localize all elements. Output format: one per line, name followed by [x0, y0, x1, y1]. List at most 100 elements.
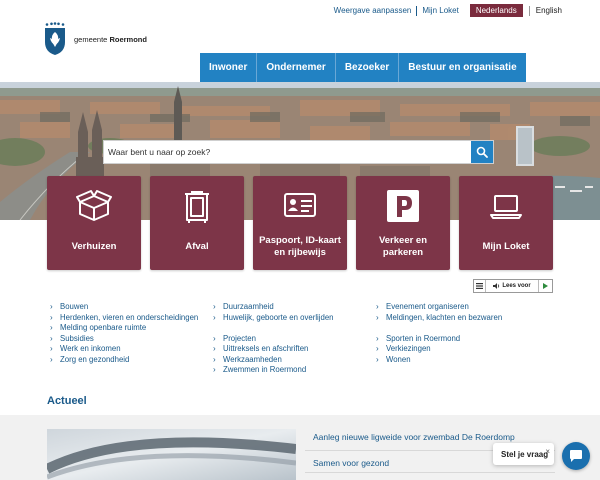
topic-link-label: Meldingen, klachten en bezwaren [386, 312, 503, 322]
topic-link[interactable]: › Bouwen [50, 302, 213, 313]
waste-container-icon [185, 191, 209, 223]
topic-link-label: Zorg en gezondheid [60, 354, 130, 364]
topic-link-label: Werkzaamheden [223, 354, 282, 364]
chevron-right-icon: › [213, 344, 216, 353]
display-settings-link[interactable]: Weergave aanpassen [329, 6, 417, 15]
quick-task-tiles: Verhuizen Afval Paspoort, ID-kaart en ri… [47, 176, 553, 270]
news-image[interactable] [47, 429, 296, 480]
logo-name: Roermond [109, 34, 147, 44]
tile-label: Afval [185, 241, 209, 252]
nav-inwoner[interactable]: Inwoner [200, 53, 258, 82]
tile-label: Verhuizen [71, 241, 117, 252]
news-section-title: Actueel [47, 395, 87, 407]
search-bar [103, 140, 494, 164]
read-aloud-widget: Lees voor [473, 279, 553, 293]
my-portal-top-link[interactable]: Mijn Loket [417, 6, 463, 15]
topic-link-label: Huwelijk, geboorte en overlijden [223, 312, 334, 322]
menu-icon [476, 283, 483, 289]
tile-label: Mijn Loket [482, 241, 530, 252]
topic-link-label: Melding openbare ruimte [60, 323, 147, 332]
topic-link-label: Subsidies [60, 333, 94, 343]
topic-link[interactable]: › Duurzaamheid [213, 302, 376, 313]
tile-verhuizen[interactable]: Verhuizen [47, 176, 141, 270]
chevron-right-icon: › [213, 312, 216, 322]
language-divider [528, 5, 530, 16]
top-bar: Weergave aanpassen Mijn Loket Nederlands… [329, 4, 562, 17]
chat-button[interactable] [562, 442, 590, 470]
laptop-icon [490, 195, 522, 219]
nav-bestuur[interactable]: Bestuur en organisatie [399, 53, 526, 82]
chevron-right-icon: › [213, 333, 216, 343]
read-aloud-label: Lees voor [502, 283, 531, 289]
topic-link[interactable]: › Subsidies [50, 334, 213, 345]
chevron-right-icon: › [50, 333, 53, 343]
topic-link-label: Zwemmen in Roermond [223, 365, 307, 374]
tile-paspoort[interactable]: Paspoort, ID-kaart en rijbewijs [253, 176, 347, 270]
tile-mijn-loket[interactable]: Mijn Loket [459, 176, 553, 270]
tile-afval[interactable]: Afval [150, 176, 244, 270]
tile-label: Paspoort, ID-kaart en rijbewijs [259, 235, 341, 258]
chevron-right-icon: › [376, 302, 379, 311]
topic-links: › Bouwen › Herdenken, vieren en onderschei… [50, 302, 560, 376]
topic-link[interactable]: › Evenement organiseren [376, 302, 556, 313]
chat-icon [570, 450, 582, 462]
main-navigation: Inwoner Ondernemer Bezoeker Bestuur en o… [200, 53, 526, 82]
nav-bezoeker[interactable]: Bezoeker [335, 53, 400, 82]
tile-verkeer[interactable]: Verkeer en parkeren [356, 176, 450, 270]
search-button[interactable] [471, 141, 493, 163]
topic-link-label: Herdenken, vieren en onderscheidingen [60, 312, 199, 322]
chevron-right-icon: › [50, 354, 53, 364]
topic-link-label: Verkiezingen [386, 344, 431, 353]
read-aloud-menu-button[interactable] [474, 280, 486, 292]
language-dutch[interactable]: Nederlands [469, 4, 523, 17]
chevron-right-icon: › [50, 323, 53, 332]
search-input[interactable] [104, 141, 471, 163]
chat-prompt-bubble[interactable]: Stel je vraag × [493, 443, 554, 465]
nav-ondernemer[interactable]: Ondernemer [257, 53, 336, 82]
logo-prefix: gemeente [74, 34, 108, 44]
topic-links-column-3: › Evenement organiseren › Meldingen, klach… [376, 302, 556, 376]
chevron-right-icon: › [376, 354, 379, 364]
topic-link-label: Sporten in Roermond [386, 333, 461, 343]
topic-link-label: Evenement organiseren [386, 302, 469, 311]
topic-link[interactable]: › Uittreksels en afschriften [213, 344, 376, 355]
topic-link[interactable]: › Verkiezingen [376, 344, 556, 355]
chevron-right-icon: › [376, 333, 379, 343]
chevron-right-icon: › [50, 302, 53, 311]
topic-link[interactable]: › Sporten in Roermond [376, 334, 556, 345]
site-header: gemeente Roermond Weergave aanpassen Mij… [0, 0, 600, 82]
coat-of-arms-icon [45, 22, 65, 55]
search-icon [476, 146, 488, 158]
chevron-right-icon: › [50, 344, 53, 353]
topic-link[interactable]: › Werkzaamheden [213, 355, 376, 366]
topic-link[interactable]: › Zorg en gezondheid [50, 355, 213, 366]
chevron-right-icon: › [213, 354, 216, 364]
read-aloud-play-button[interactable] [538, 280, 552, 292]
language-english[interactable]: English [536, 6, 562, 15]
chevron-right-icon: › [213, 302, 216, 311]
topic-link[interactable]: › Werk en inkomen [50, 344, 213, 355]
close-icon[interactable]: × [545, 447, 550, 456]
chevron-right-icon: › [376, 312, 379, 322]
site-logo[interactable]: gemeente Roermond [42, 22, 147, 56]
news-photo [47, 429, 296, 480]
speaker-icon [493, 283, 500, 289]
read-aloud-button[interactable]: Lees voor [486, 283, 538, 289]
parking-icon [387, 190, 419, 222]
topic-link-label: Werk en inkomen [60, 344, 121, 353]
tile-label: Verkeer en parkeren [378, 235, 428, 258]
topic-link[interactable]: › Meldingen, klachten en bezwaren [376, 313, 556, 324]
topic-link[interactable]: › Melding openbare ruimte [50, 323, 213, 334]
topic-link[interactable]: › Wonen [376, 355, 556, 366]
topic-link[interactable]: › Huwelijk, geboorte en overlijden [213, 313, 376, 324]
topic-link-label: Uittreksels en afschriften [223, 344, 309, 353]
chevron-right-icon: › [213, 365, 216, 374]
topic-link[interactable]: › Projecten [213, 334, 376, 345]
chat-prompt-label: Stel je vraag [501, 449, 549, 459]
topic-link-label: Projecten [223, 333, 256, 343]
topic-links-column-1: › Bouwen › Herdenken, vieren en onderschei… [50, 302, 213, 376]
topic-link-label: Wonen [386, 354, 411, 364]
topic-link[interactable]: › Herdenken, vieren en onderscheidingen [50, 313, 213, 324]
topic-link-label: Bouwen [60, 302, 89, 311]
topic-link[interactable]: › Zwemmen in Roermond [213, 365, 376, 376]
